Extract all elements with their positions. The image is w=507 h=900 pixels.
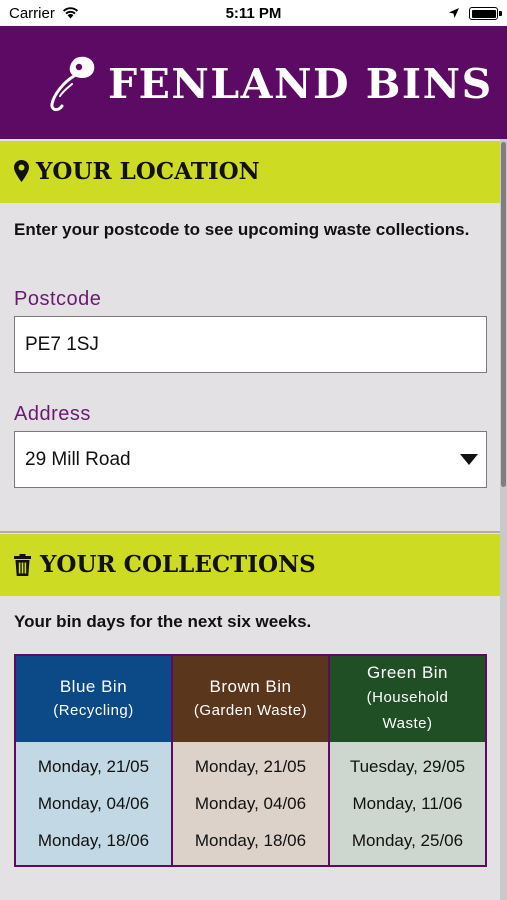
collection-date: Monday, 04/06: [194, 794, 307, 813]
bin-column-green: Green Bin (Household Waste) Tuesday, 29/…: [330, 656, 485, 865]
collections-section-header: YOUR COLLECTIONS: [0, 534, 500, 596]
address-select[interactable]: 29 Mill Road: [14, 431, 487, 488]
collection-date: Monday, 21/05: [194, 757, 307, 776]
bin-header: Green Bin (Household Waste): [330, 656, 485, 742]
bin-schedule-table: Blue Bin (Recycling) Monday, 21/05 Monda…: [14, 654, 487, 867]
location-heading: YOUR LOCATION: [36, 158, 260, 185]
battery-icon: [469, 7, 498, 20]
bin-dates: Tuesday, 29/05 Monday, 11/06 Monday, 25/…: [330, 742, 485, 865]
collection-date: Monday, 18/06: [37, 831, 150, 850]
bin-column-blue: Blue Bin (Recycling) Monday, 21/05 Monda…: [16, 656, 171, 865]
postcode-field[interactable]: [14, 316, 487, 373]
trash-icon: [14, 554, 31, 581]
collection-date: Monday, 21/05: [37, 757, 150, 776]
bin-header: Blue Bin (Recycling): [16, 656, 171, 742]
address-selected-value: 29 Mill Road: [25, 449, 131, 470]
chevron-down-icon[interactable]: [460, 454, 478, 465]
collection-date: Monday, 18/06: [194, 831, 307, 850]
bin-name: Green Bin: [366, 663, 449, 682]
collection-date: Monday, 04/06: [37, 794, 150, 813]
postcode-label: Postcode: [14, 288, 102, 310]
app-header: FENLAND BINS: [0, 26, 507, 139]
map-pin-icon: [14, 160, 29, 187]
bin-column-brown: Brown Bin (Garden Waste) Monday, 21/05 M…: [173, 656, 328, 865]
bin-header: Brown Bin (Garden Waste): [173, 656, 328, 742]
scrollbar-thumb[interactable]: [501, 142, 506, 487]
collections-heading: YOUR COLLECTIONS: [40, 551, 316, 578]
collection-date: Monday, 25/06: [351, 831, 464, 850]
bin-dates: Monday, 21/05 Monday, 04/06 Monday, 18/0…: [16, 742, 171, 865]
bin-name: Brown Bin: [209, 677, 292, 696]
bin-type: (Recycling): [53, 702, 134, 719]
bin-name: Blue Bin: [59, 677, 128, 696]
location-section-header: YOUR LOCATION: [0, 141, 500, 203]
location-arrow-icon: [448, 6, 460, 23]
address-label: Address: [14, 403, 91, 425]
bin-tag-logo-icon: [46, 50, 98, 119]
collection-date: Monday, 11/06: [352, 794, 463, 813]
collections-intro-text: Your bin days for the next six weeks.: [14, 612, 312, 631]
bin-dates: Monday, 21/05 Monday, 04/06 Monday, 18/0…: [173, 742, 328, 865]
status-bar: Carrier 5:11 PM: [0, 0, 507, 26]
clock: 5:11 PM: [225, 5, 282, 22]
battery-tip: [499, 11, 502, 16]
section-divider: [0, 531, 500, 533]
app-title: FENLAND BINS: [108, 60, 493, 108]
collection-date: Tuesday, 29/05: [349, 757, 466, 776]
location-intro-text: Enter your postcode to see upcoming wast…: [14, 220, 470, 239]
bin-type: (Household Waste): [366, 689, 449, 732]
bin-type: (Garden Waste): [193, 702, 308, 719]
postcode-input[interactable]: [15, 317, 486, 372]
